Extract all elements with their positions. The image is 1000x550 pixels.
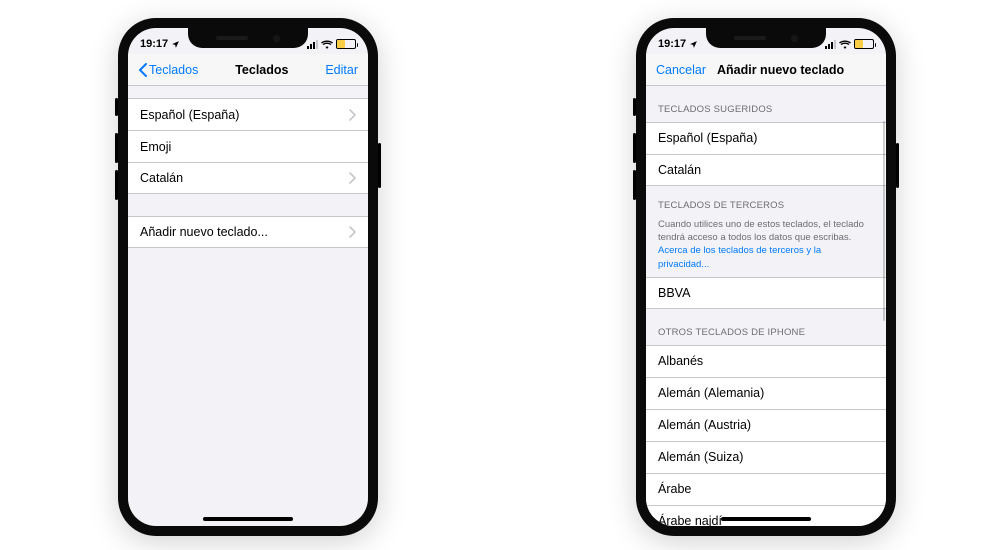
list-item[interactable]: Alemán (Alemania) [646,377,886,409]
home-indicator[interactable] [203,517,293,521]
back-button[interactable]: Teclados [138,63,198,77]
cellular-icon [307,40,318,49]
list-item[interactable]: BBVA [646,277,886,309]
phone-add-keyboard: 19:17 Cancelar Añadir nuevo teclado TECL… [636,18,896,536]
list-item[interactable]: Español (España) [646,122,886,154]
keyboard-label: Catalán [140,171,183,185]
battery-icon [336,39,356,49]
chevron-right-icon [349,172,356,184]
cellular-icon [825,40,836,49]
list-item[interactable]: Árabe [646,473,886,505]
section-header-third: TECLADOS DE TERCEROS [646,186,886,213]
nav-bar: Teclados Teclados Editar [128,54,368,86]
list-item[interactable]: Alemán (Suiza) [646,441,886,473]
notch [706,28,826,48]
list-item[interactable]: Alemán (Austria) [646,409,886,441]
keyboard-row[interactable]: Emoji [128,130,368,162]
status-time: 19:17 [658,38,686,50]
chevron-right-icon [349,226,356,238]
add-keyboard-label: Añadir nuevo teclado... [140,225,268,239]
edit-button[interactable]: Editar [325,63,358,77]
keyboard-label: Emoji [140,140,171,154]
add-keyboard-button[interactable]: Añadir nuevo teclado... [128,216,368,248]
chevron-right-icon [349,109,356,121]
keyboard-row[interactable]: Catalán [128,162,368,194]
cancel-button[interactable]: Cancelar [656,63,711,77]
list-item[interactable]: Árabe najdí [646,505,886,526]
keyboard-row[interactable]: Español (España) [128,98,368,130]
phone-keyboards-list: 19:17 Teclados Teclados Editar Español (… [118,18,378,536]
notch [188,28,308,48]
keyboard-label: Español (España) [140,108,239,122]
page-title: Teclados [198,63,325,77]
section-header-others: OTROS TECLADOS DE IPHONE [646,309,886,345]
scrollbar[interactable] [883,121,885,321]
list-item[interactable]: Catalán [646,154,886,186]
page-title: Añadir nuevo teclado [711,63,866,77]
battery-icon [854,39,874,49]
list-item[interactable]: Albanés [646,345,886,377]
back-label: Teclados [149,63,198,77]
privacy-link[interactable]: Acerca de los teclados de terceros y la … [658,245,821,269]
location-icon [689,40,698,49]
home-indicator[interactable] [721,517,811,521]
section-header-suggested: TECLADOS SUGERIDOS [646,86,886,122]
nav-bar: Cancelar Añadir nuevo teclado [646,54,886,86]
location-icon [171,40,180,49]
wifi-icon [321,40,333,49]
chevron-left-icon [138,63,147,77]
wifi-icon [839,40,851,49]
status-time: 19:17 [140,38,168,50]
section-footer-third: Cuando utilices uno de estos teclados, e… [646,213,886,271]
